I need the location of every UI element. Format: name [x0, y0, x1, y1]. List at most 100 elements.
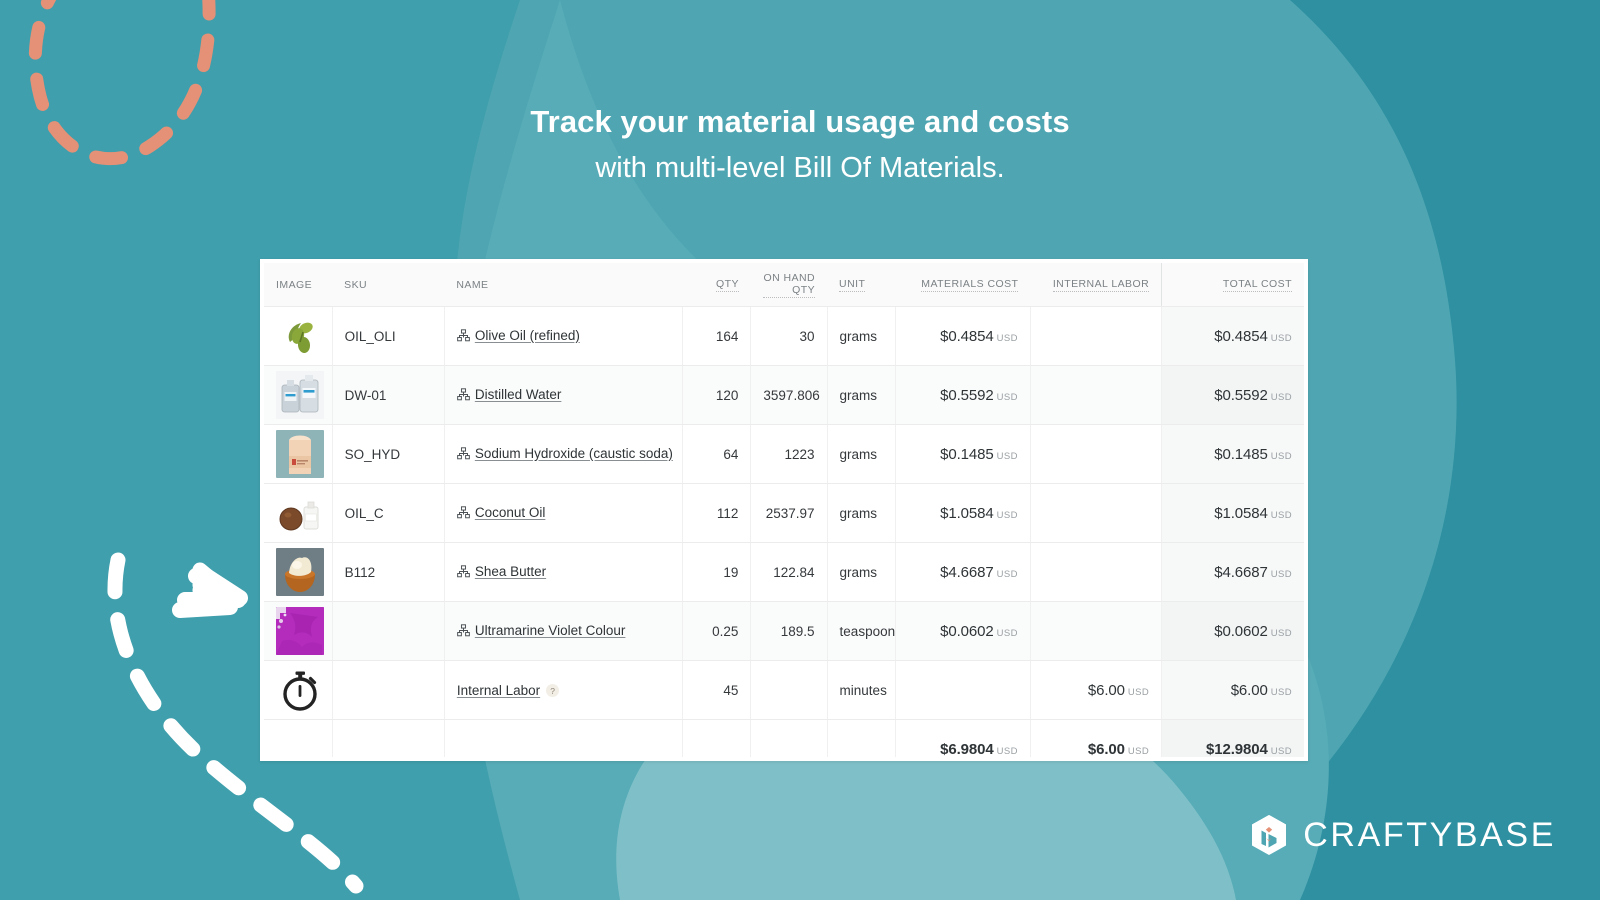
totals-spacer-unit	[827, 719, 896, 757]
column-header-qty[interactable]: QTY	[682, 263, 751, 307]
total-cost-value: $4.6687	[1214, 563, 1268, 581]
material-name-text: Ultramarine Violet Colour	[474, 622, 626, 638]
material-name-text: Distilled Water	[474, 386, 562, 402]
cell-internal-labor	[1030, 365, 1163, 425]
cell-materials-cost: $0.0602 USD	[895, 601, 1031, 661]
material-link[interactable]: Coconut Oil	[456, 505, 545, 520]
totals-materials-cost: $6.9804 USD	[895, 719, 1031, 758]
cell-image	[264, 542, 333, 602]
cell-total-cost: $1.0584 USD	[1161, 483, 1304, 543]
material-name-text: Sodium Hydroxide (caustic soda)	[474, 445, 673, 461]
bill-of-materials-table: IMAGE SKU NAME QTY ON HAND QTY UNIT MATE…	[264, 263, 1304, 757]
cell-on-hand-qty: 2537.97	[750, 483, 828, 543]
column-header-total-cost[interactable]: TOTAL COST	[1161, 263, 1304, 307]
cell-unit: grams	[827, 306, 896, 366]
cell-unit: grams	[827, 424, 896, 484]
table-row[interactable]: OIL_C Coconut Oil 112 2537.97 grams $1.0…	[264, 483, 1304, 543]
cell-qty: 64	[682, 424, 752, 484]
cell-materials-cost: $0.1485 USD	[895, 424, 1031, 484]
column-header-name[interactable]: NAME	[444, 263, 683, 307]
total-cost-value: $0.5592	[1214, 386, 1268, 404]
cell-total-cost: $6.00 USD	[1161, 660, 1304, 720]
currency-code: USD	[996, 509, 1018, 521]
cell-unit: minutes	[827, 660, 896, 720]
totals-internal-labor: $6.00 USD	[1030, 719, 1163, 758]
total-cost-value: $6.00	[1230, 681, 1268, 699]
cell-sku	[332, 660, 445, 720]
cell-name: Distilled Water	[444, 365, 684, 425]
cell-sku: SO_HYD	[332, 424, 445, 484]
distilled-water-thumb	[276, 371, 324, 419]
column-header-sku[interactable]: SKU	[332, 263, 445, 307]
material-link[interactable]: Ultramarine Violet Colour	[456, 622, 626, 638]
table-row[interactable]: OIL_OLI Olive Oil (refined) 164 30 grams…	[264, 306, 1304, 366]
column-header-on-hand-qty[interactable]: ON HAND QTY	[750, 263, 828, 307]
material-link[interactable]: Sodium Hydroxide (caustic soda)	[456, 445, 673, 461]
cell-total-cost: $0.5592 USD	[1161, 365, 1304, 425]
cell-unit: teaspoon	[827, 601, 896, 661]
column-header-materials-cost[interactable]: MATERIALS COST	[895, 263, 1031, 307]
totals-spacer-name	[444, 719, 684, 757]
table-row[interactable]: Internal Labor ? 45 minutes $6.00 USD $6.…	[264, 660, 1304, 720]
cell-unit: grams	[827, 365, 896, 425]
cell-name: Ultramarine Violet Colour	[444, 601, 684, 661]
cell-name: Internal Labor ?	[444, 660, 684, 720]
materials-cost-value: $0.5592	[940, 386, 994, 404]
cell-materials-cost: $1.0584 USD	[895, 483, 1031, 543]
bom-hierarchy-icon	[456, 446, 470, 459]
cell-qty: 19	[682, 542, 752, 602]
cell-image	[264, 601, 333, 661]
materials-cost-value: $0.4854	[940, 327, 994, 345]
currency-code: USD	[996, 391, 1018, 403]
totals-spacer-qty	[682, 719, 752, 757]
material-link[interactable]: Olive Oil (refined)	[456, 328, 580, 343]
materials-cost-value: $4.6687	[940, 563, 994, 581]
bom-table-card: IMAGE SKU NAME QTY ON HAND QTY UNIT MATE…	[260, 259, 1308, 761]
bom-hierarchy-icon	[456, 505, 470, 518]
material-link[interactable]: Shea Butter	[456, 563, 547, 579]
table-row[interactable]: Ultramarine Violet Colour 0.25 189.5 tea…	[264, 601, 1304, 661]
cell-qty: 120	[682, 365, 752, 425]
column-header-image[interactable]: IMAGE	[264, 263, 333, 307]
internal-labor-link[interactable]: Internal Labor	[457, 683, 540, 698]
table-row[interactable]: B112 Shea Butter 19 122.84 grams $4.6687…	[264, 542, 1304, 602]
currency-code: USD	[1127, 686, 1150, 698]
cell-on-hand-qty: 1223	[750, 424, 828, 484]
currency-code: USD	[996, 745, 1018, 757]
currency-code: USD	[1270, 627, 1292, 639]
cell-name: Olive Oil (refined)	[444, 306, 684, 366]
cell-unit: grams	[827, 542, 896, 602]
cell-total-cost: $0.1485 USD	[1161, 424, 1304, 484]
help-icon[interactable]: ?	[546, 684, 560, 698]
headline-line-2: with multi-level Bill Of Materials.	[595, 151, 1005, 184]
cell-internal-labor	[1030, 601, 1163, 661]
currency-code: USD	[1270, 568, 1292, 580]
currency-code: USD	[1270, 332, 1292, 344]
currency-code: USD	[1270, 509, 1292, 521]
currency-code: USD	[996, 332, 1018, 344]
internal-labor-value: $6.00	[1087, 681, 1125, 699]
cell-name: Shea Butter	[444, 542, 684, 602]
table-row[interactable]: SO_HYD Sodium Hydroxide (caustic soda) 6…	[264, 424, 1304, 484]
bom-hierarchy-icon	[456, 387, 470, 400]
cell-sku: OIL_OLI	[332, 306, 445, 366]
cell-image	[264, 365, 333, 425]
totals-internal-labor-value: $6.00	[1087, 740, 1125, 758]
column-header-internal-labor[interactable]: INTERNAL LABOR	[1030, 263, 1162, 307]
cell-internal-labor: $6.00 USD	[1030, 660, 1163, 720]
total-cost-value: $0.1485	[1214, 445, 1268, 463]
column-header-unit[interactable]: UNIT	[827, 263, 896, 307]
stopwatch-icon	[276, 666, 324, 714]
totals-materials-cost-value: $6.9804	[940, 740, 994, 758]
cell-qty: 112	[682, 483, 752, 543]
shea-butter-thumb	[276, 548, 324, 596]
bom-table-scroll-area: IMAGE SKU NAME QTY ON HAND QTY UNIT MATE…	[264, 263, 1304, 757]
cell-image	[264, 483, 333, 543]
material-name-text: Shea Butter	[474, 563, 547, 579]
totals-spacer-sku	[332, 719, 445, 757]
materials-cost-value: $0.0602	[940, 622, 994, 640]
cell-image	[264, 660, 333, 720]
material-link[interactable]: Distilled Water	[456, 386, 562, 402]
materials-cost-value: $1.0584	[940, 504, 994, 522]
table-row[interactable]: DW-01 Distilled Water 120 3597.806 grams…	[264, 365, 1304, 425]
